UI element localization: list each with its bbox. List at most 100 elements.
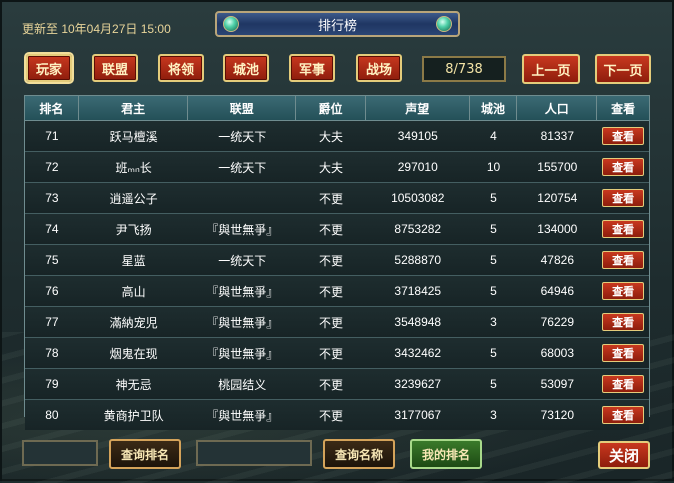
- view-button[interactable]: 查看: [602, 251, 645, 269]
- table-row: 72 班ₘₙ长 一统天下 大夫 297010 10 155700 查看: [25, 152, 649, 183]
- col-lord-cell: 班ₘₙ长: [115, 160, 152, 175]
- col-cities-cell: 5: [490, 284, 497, 298]
- col-prestige-cell: 3432462: [394, 346, 442, 360]
- col-cities-cell: 4: [490, 129, 497, 143]
- col-alliance-cell: [188, 183, 296, 213]
- col-population-cell: 73120: [540, 408, 574, 422]
- col-population-cell: 120754: [537, 191, 578, 205]
- col-title-cell: 不更: [319, 284, 344, 299]
- col-view-cell: 查看: [597, 121, 649, 151]
- col-population-cell: 68003: [540, 346, 574, 360]
- col-view-cell: 查看: [597, 214, 649, 244]
- next-page-button[interactable]: 下一页: [595, 54, 651, 84]
- tab-military[interactable]: 军事: [289, 54, 335, 82]
- query-rank-button[interactable]: 查询排名: [109, 439, 181, 469]
- col-lord-cell: 滿納宠児: [109, 315, 158, 330]
- col-rank-cell: 79: [45, 377, 59, 391]
- table-row: 79 神无忌 桃园结义 不更 3239627 5 53097 查看: [25, 369, 649, 400]
- col-lord-cell: 尹飞扬: [115, 222, 152, 237]
- ranking-table: 排名 君主 联盟 爵位 声望 城池 人口 查看 71 跃马檀溪 一统天下 大夫 349105 4 8133…: [24, 95, 650, 430]
- col-lord-cell: 逍遥公子: [109, 191, 158, 206]
- jade-orb-icon: [436, 16, 452, 32]
- view-button[interactable]: 查看: [602, 282, 645, 300]
- col-rank-cell: 72: [45, 160, 59, 174]
- table-header: 排名 君主 联盟 爵位 声望 城池 人口 查看: [25, 96, 649, 121]
- col-alliance-cell: 『與世無爭』: [206, 315, 279, 330]
- col-title-cell: 大夫: [319, 129, 344, 144]
- col-cities-cell: 5: [490, 377, 497, 391]
- view-button[interactable]: 查看: [602, 189, 645, 207]
- col-prestige-cell: 349105: [397, 129, 438, 143]
- tab-battlefield[interactable]: 战场: [356, 54, 402, 82]
- tab-cities[interactable]: 城池: [223, 54, 269, 82]
- col-title-cell: 不更: [319, 377, 344, 392]
- col-rank-cell: 76: [45, 284, 59, 298]
- view-button[interactable]: 查看: [602, 344, 645, 362]
- table-row: 80 黄商护卫队 『與世無爭』 不更 3177067 3 73120 查看: [25, 400, 649, 430]
- col-prestige-cell: 8753282: [394, 222, 442, 236]
- col-lord-cell: 烟鬼在现: [109, 346, 158, 361]
- col-alliance-cell: 『與世無爭』: [206, 222, 279, 237]
- prev-page-button[interactable]: 上一页: [522, 54, 580, 84]
- col-prestige-cell: 3177067: [394, 408, 442, 422]
- jade-orb-icon: [223, 16, 239, 32]
- col-title-header: 爵位: [296, 96, 366, 120]
- col-population-header: 人口: [517, 96, 598, 120]
- col-rank-cell: 75: [45, 253, 59, 267]
- col-cities-cell: 5: [490, 222, 497, 236]
- col-view-header: 查看: [611, 101, 636, 116]
- col-rank-cell: 73: [45, 191, 59, 205]
- tab-alliances[interactable]: 联盟: [92, 54, 138, 82]
- col-alliance-cell: 『與世無爭』: [206, 408, 279, 423]
- col-title-cell: 不更: [319, 253, 344, 268]
- col-rank-cell: 80: [45, 408, 59, 422]
- col-cities-cell: 5: [490, 191, 497, 205]
- col-alliance-cell: 一统天下: [218, 253, 267, 268]
- col-cities-cell: 5: [490, 346, 497, 360]
- col-lord-cell: 黄商护卫队: [103, 408, 164, 423]
- table-row: 75 星蓝 一统天下 不更 5288870 5 47826 查看: [25, 245, 649, 276]
- col-rank-cell: 71: [45, 129, 59, 143]
- col-prestige-cell: 297010: [397, 160, 438, 174]
- col-prestige-cell: 3548948: [394, 315, 442, 329]
- col-prestige-header: 声望: [366, 96, 470, 120]
- col-rank-cell: 78: [45, 346, 59, 360]
- close-button[interactable]: 关闭: [598, 441, 650, 469]
- col-prestige-cell: 5288870: [394, 253, 442, 267]
- my-rank-button[interactable]: 我的排名: [410, 439, 482, 469]
- col-view-cell: 查看: [597, 338, 649, 368]
- col-title-cell: 不更: [319, 191, 344, 206]
- col-population-cell: 81337: [540, 129, 574, 143]
- col-population-cell: 64946: [540, 284, 574, 298]
- col-cities-cell: 3: [490, 408, 497, 422]
- table-row: 74 尹飞扬 『與世無爭』 不更 8753282 5 134000 查看: [25, 214, 649, 245]
- view-button[interactable]: 查看: [602, 313, 645, 331]
- name-query-input[interactable]: [196, 440, 312, 466]
- view-button[interactable]: 查看: [602, 375, 645, 393]
- view-button[interactable]: 查看: [602, 220, 645, 238]
- col-prestige-cell: 3239627: [394, 377, 442, 391]
- col-alliance-cell: 桃园结义: [218, 377, 267, 392]
- col-lord-cell: 高山: [121, 284, 146, 299]
- col-lord-cell: 跃马檀溪: [109, 129, 158, 144]
- col-population-cell: 134000: [537, 222, 578, 236]
- title-bar: 排行榜: [215, 11, 460, 37]
- col-view-cell: 查看: [597, 152, 649, 182]
- update-time: 更新至 10年04月27日 15:00: [22, 22, 171, 36]
- view-button[interactable]: 查看: [602, 406, 645, 424]
- col-view-cell: 查看: [597, 369, 649, 399]
- col-alliance-cell: 『與世無爭』: [206, 346, 279, 361]
- view-button[interactable]: 查看: [602, 158, 645, 176]
- col-view-cell: 查看: [597, 307, 649, 337]
- col-population-cell: 53097: [540, 377, 574, 391]
- col-population-cell: 155700: [537, 160, 578, 174]
- table-row: 78 烟鬼在现 『與世無爭』 不更 3432462 5 68003 查看: [25, 338, 649, 369]
- tab-players[interactable]: 玩家: [24, 52, 74, 84]
- rank-query-input[interactable]: [22, 440, 98, 466]
- col-view-cell: 查看: [597, 400, 649, 430]
- query-name-button[interactable]: 查询名称: [323, 439, 395, 469]
- col-alliance-cell: 一统天下: [218, 129, 267, 144]
- view-button[interactable]: 查看: [602, 127, 645, 145]
- col-title-cell: 不更: [319, 222, 344, 237]
- tab-generals[interactable]: 将领: [158, 54, 204, 82]
